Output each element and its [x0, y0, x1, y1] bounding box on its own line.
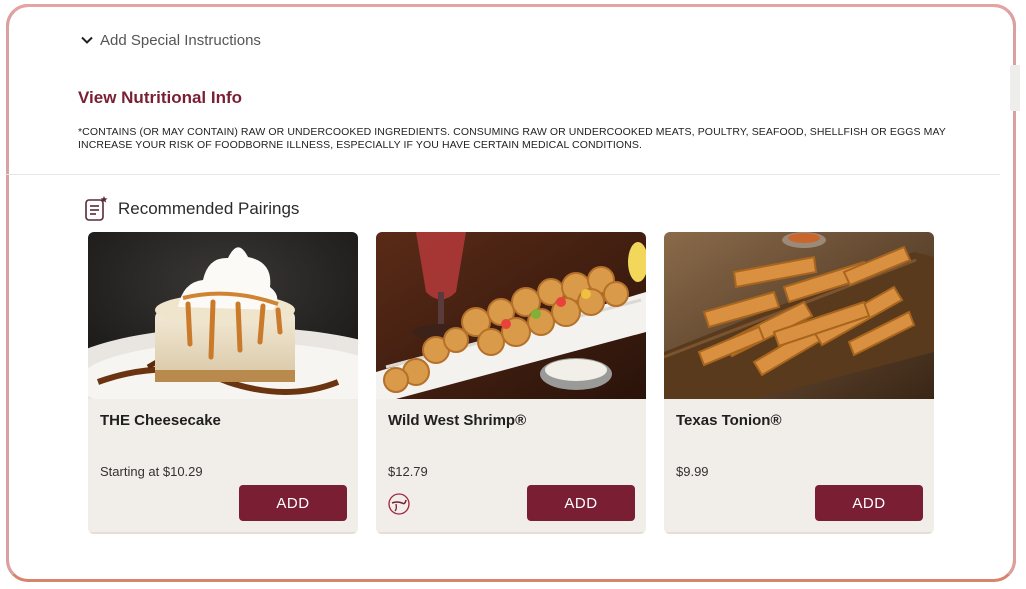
item-price: Starting at $10.29	[100, 464, 203, 479]
pairings-title: Recommended Pairings	[118, 199, 300, 218]
cheesecake-photo	[88, 232, 358, 399]
item-price: $12.79	[388, 464, 428, 479]
scroll-handle[interactable]	[1010, 65, 1020, 111]
menu-list-icon	[85, 196, 108, 221]
card-edge	[88, 532, 358, 534]
nutritional-info-link[interactable]: View Nutritional Info	[78, 88, 242, 108]
card-edge	[376, 532, 646, 534]
add-button[interactable]: ADD	[815, 485, 923, 521]
shrimp-photo	[376, 232, 646, 399]
chevron-down-icon	[81, 36, 93, 44]
item-name: Wild West Shrimp®	[388, 412, 527, 429]
card-edge	[664, 532, 934, 534]
special-instructions-label: Add Special Instructions	[100, 31, 261, 49]
add-button[interactable]: ADD	[527, 485, 635, 521]
spicy-pepper-icon	[388, 493, 410, 515]
item-name: THE Cheesecake	[100, 412, 221, 429]
section-divider	[5, 174, 1000, 175]
item-name: Texas Tonion®	[676, 412, 782, 429]
item-price: $9.99	[676, 464, 709, 479]
special-instructions-toggle[interactable]: Add Special Instructions	[80, 28, 261, 52]
pairing-card-cheesecake[interactable]: THE Cheesecake Starting at $10.29 ADD	[88, 232, 358, 534]
pairing-card-wild-west-shrimp[interactable]: Wild West Shrimp® $12.79 ADD	[376, 232, 646, 534]
pairings-header: Recommended Pairings	[84, 194, 299, 224]
raw-food-disclaimer: *CONTAINS (OR MAY CONTAIN) RAW OR UNDERC…	[78, 126, 946, 151]
add-button[interactable]: ADD	[239, 485, 347, 521]
tonion-photo	[664, 232, 934, 399]
pairing-card-texas-tonion[interactable]: Texas Tonion® $9.99 ADD	[664, 232, 934, 534]
